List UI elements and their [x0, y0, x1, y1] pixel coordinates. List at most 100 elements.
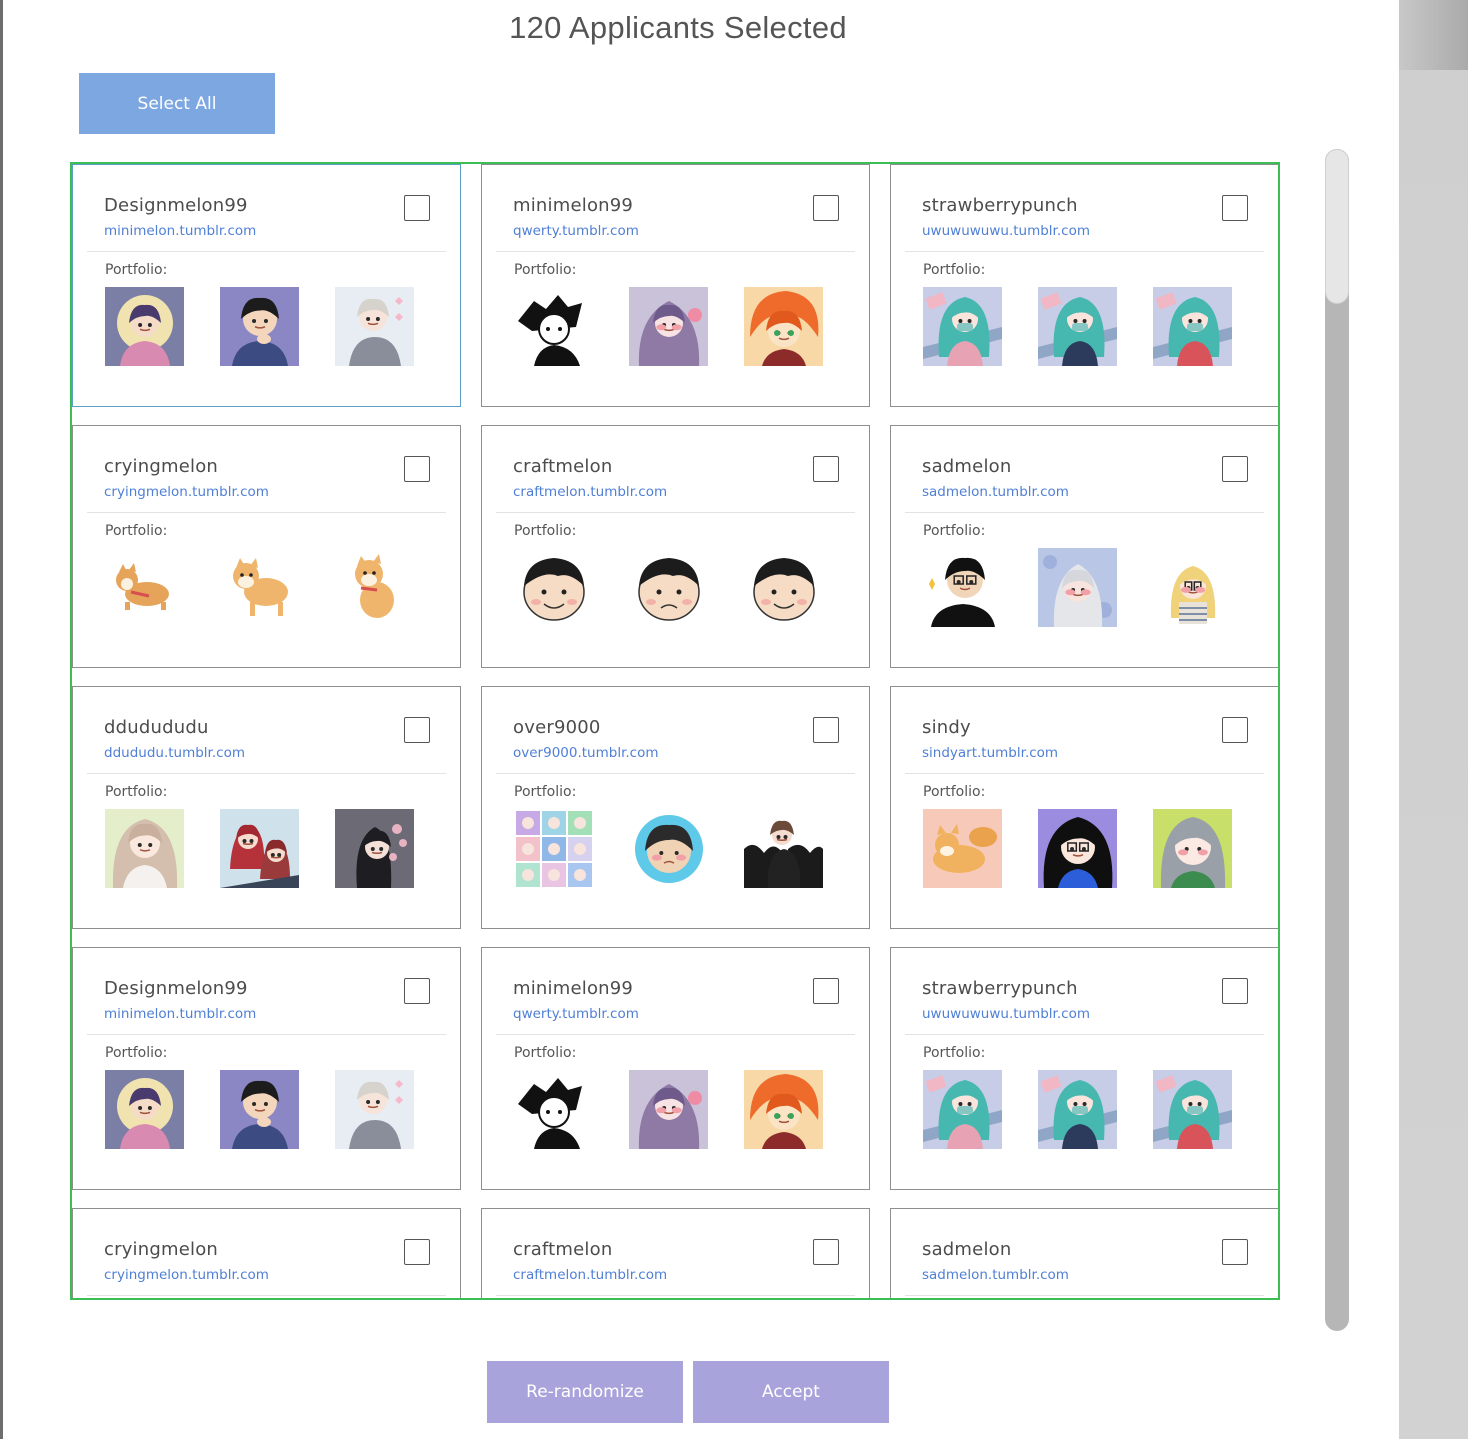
- applicant-url-link[interactable]: minimelon.tumblr.com: [104, 223, 256, 239]
- applicant-username: strawberrypunch: [922, 978, 1078, 999]
- applicant-card[interactable]: craftmelon craftmelon.tumblr.com Portfolio…: [481, 425, 870, 668]
- applicant-card[interactable]: cryingmeloncryingmelon.tumblr.comPortfol…: [72, 1208, 461, 1298]
- applicant-select-checkbox[interactable]: [813, 456, 839, 482]
- applicant-username: sindy: [922, 717, 971, 738]
- portfolio-thumbnail-teal-hair-girl-pink[interactable]: [923, 1070, 1002, 1149]
- applicant-url-link[interactable]: cryingmelon.tumblr.com: [104, 484, 269, 500]
- portfolio-thumbnail-shiba-running[interactable]: [105, 548, 184, 627]
- applicant-select-checkbox[interactable]: [813, 717, 839, 743]
- applicant-card[interactable]: minimelon99 qwerty.tumblr.com Portfolio:: [481, 947, 870, 1190]
- portfolio-thumbnail-shiba-sitting[interactable]: [335, 548, 414, 627]
- applicant-url-link[interactable]: sadmelon.tumblr.com: [922, 1267, 1069, 1283]
- scrollbar-thumb[interactable]: [1325, 149, 1349, 304]
- applicant-card[interactable]: Designmelon99 minimelon.tumblr.com Portfol…: [72, 164, 461, 407]
- select-all-button[interactable]: Select All: [79, 73, 275, 134]
- applicant-select-checkbox[interactable]: [813, 1239, 839, 1265]
- applicant-select-checkbox[interactable]: [1222, 1239, 1248, 1265]
- portfolio-thumbnail-glasses-man-sparkle[interactable]: [923, 548, 1002, 627]
- portfolio-thumbnail-shiba-standing[interactable]: [220, 548, 299, 627]
- portfolio-thumbnail-bw-ink-boy[interactable]: [514, 287, 593, 366]
- applicant-select-checkbox[interactable]: [813, 195, 839, 221]
- portfolio-thumbnail-silver-hair-girl[interactable]: [1038, 548, 1117, 627]
- applicant-card[interactable]: strawberrypunch uwuwuwuwu.tumblr.com Portf…: [890, 947, 1278, 1190]
- applicant-select-checkbox[interactable]: [404, 456, 430, 482]
- portfolio-thumbnail-bw-ink-boy[interactable]: [514, 1070, 593, 1149]
- portfolio-thumbnail-orange-hair-boy[interactable]: [744, 1070, 823, 1149]
- portfolio-thumbnail-boy-thinking[interactable]: [220, 287, 299, 366]
- portfolio-thumbnail-boy-face-smile[interactable]: [514, 548, 593, 627]
- applicant-select-checkbox[interactable]: [1222, 456, 1248, 482]
- portfolio-label: Portfolio:: [105, 262, 168, 278]
- portfolio-thumbnail-round-face-avatar[interactable]: [629, 809, 708, 888]
- applicant-url-link[interactable]: craftmelon.tumblr.com: [513, 484, 667, 500]
- portfolio-thumbnail-orange-hair-boy[interactable]: [744, 287, 823, 366]
- portfolio-thumbnail-white-hair-girl[interactable]: [335, 1070, 414, 1149]
- portfolio-thumbnail-character-grid[interactable]: [514, 809, 593, 888]
- applicant-card[interactable]: strawberrypunch uwuwuwuwu.tumblr.com Portf…: [890, 164, 1278, 407]
- portfolio-label: Portfolio:: [105, 784, 168, 800]
- accept-button[interactable]: Accept: [693, 1361, 889, 1423]
- portfolio-thumbnail-boy-thinking[interactable]: [220, 1070, 299, 1149]
- applicant-url-link[interactable]: qwerty.tumblr.com: [513, 223, 639, 239]
- portfolio-thumbnail-boy-face-sad[interactable]: [629, 548, 708, 627]
- applicant-url-link[interactable]: sadmelon.tumblr.com: [922, 484, 1069, 500]
- applicant-card[interactable]: craftmeloncraftmelon.tumblr.comPortfolio…: [481, 1208, 870, 1298]
- portfolio-thumbnail-teal-hair-girl-red[interactable]: [1153, 287, 1232, 366]
- portfolio-thumbnail-blonde-glasses-girl[interactable]: [1153, 548, 1232, 627]
- applicant-url-link[interactable]: uwuwuwuwu.tumblr.com: [922, 1006, 1090, 1022]
- applicant-url-link[interactable]: ddududu.tumblr.com: [104, 745, 245, 761]
- applicant-url-link[interactable]: uwuwuwuwu.tumblr.com: [922, 223, 1090, 239]
- portfolio-label: Portfolio:: [923, 1045, 986, 1061]
- portfolio-thumbnail-red-hair-duo[interactable]: [220, 809, 299, 888]
- portfolio-label: Portfolio:: [923, 523, 986, 539]
- portfolio-thumbnail-corgi-pile[interactable]: [923, 809, 1002, 888]
- applicant-card[interactable]: sadmelonsadmelon.tumblr.comPortfolio:: [890, 425, 1278, 668]
- applicant-select-checkbox[interactable]: [1222, 717, 1248, 743]
- portfolio-thumbnail-boy-face-calm[interactable]: [744, 548, 823, 627]
- applicant-card[interactable]: sindy sindyart.tumblr.com Portfolio:: [890, 686, 1278, 929]
- portfolio-thumbnail-long-hair-girl[interactable]: [105, 809, 184, 888]
- portfolio-label: Portfolio:: [923, 784, 986, 800]
- applicant-select-checkbox[interactable]: [404, 717, 430, 743]
- portfolio-thumbnail-flower-girl[interactable]: [335, 809, 414, 888]
- portfolio-thumbnail-purple-hair-girl[interactable]: [629, 1070, 708, 1149]
- applicant-card[interactable]: ddudududu ddududu.tumblr.com Portfolio:: [72, 686, 461, 929]
- portfolio-thumbnail-teal-hair-girl-navy[interactable]: [1038, 287, 1117, 366]
- card-divider: [905, 1034, 1264, 1035]
- portfolio-thumbnail-teal-hair-girl-pink[interactable]: [923, 287, 1002, 366]
- applicant-select-checkbox[interactable]: [404, 1239, 430, 1265]
- applicant-select-checkbox[interactable]: [404, 195, 430, 221]
- scrollbar-track[interactable]: [1325, 149, 1349, 1331]
- applicant-card[interactable]: sadmelonsadmelon.tumblr.comPortfolio:: [890, 1208, 1278, 1298]
- applicant-username: craftmelon: [513, 1239, 613, 1260]
- applicant-select-checkbox[interactable]: [404, 978, 430, 1004]
- card-divider: [496, 773, 855, 774]
- applicant-url-link[interactable]: craftmelon.tumblr.com: [513, 1267, 667, 1283]
- applicant-select-checkbox[interactable]: [1222, 195, 1248, 221]
- applicant-url-link[interactable]: qwerty.tumblr.com: [513, 1006, 639, 1022]
- card-divider: [496, 1295, 855, 1296]
- portfolio-thumbnail-purple-hair-girl[interactable]: [629, 287, 708, 366]
- applicant-card[interactable]: over9000 over9000.tumblr.com Portfolio:: [481, 686, 870, 929]
- applicant-select-checkbox[interactable]: [813, 978, 839, 1004]
- applicant-select-checkbox[interactable]: [1222, 978, 1248, 1004]
- applicant-card[interactable]: Designmelon99 minimelon.tumblr.com Portfol…: [72, 947, 461, 1190]
- applicant-url-link[interactable]: over9000.tumblr.com: [513, 745, 659, 761]
- portfolio-label: Portfolio:: [514, 523, 577, 539]
- applicant-url-link[interactable]: minimelon.tumblr.com: [104, 1006, 256, 1022]
- rerandomize-button[interactable]: Re-randomize: [487, 1361, 683, 1423]
- portfolio-thumbnail-teal-hair-girl-navy[interactable]: [1038, 1070, 1117, 1149]
- portfolio-thumbnail-white-hair-girl[interactable]: [335, 287, 414, 366]
- portfolio-thumbnail-black-hair-glasses[interactable]: [1038, 809, 1117, 888]
- portfolio-thumbnail-purple-girl-moon[interactable]: [105, 1070, 184, 1149]
- portfolio-thumbnail-teal-hair-girl-red[interactable]: [1153, 1070, 1232, 1149]
- portfolio-thumbnail-grey-hair-blush[interactable]: [1153, 809, 1232, 888]
- applicant-card[interactable]: minimelon99 qwerty.tumblr.com Portfolio:: [481, 164, 870, 407]
- applicant-username: craftmelon: [513, 456, 613, 477]
- applicant-card[interactable]: cryingmeloncryingmelon.tumblr.comPortfol…: [72, 425, 461, 668]
- applicant-url-link[interactable]: cryingmelon.tumblr.com: [104, 1267, 269, 1283]
- portfolio-thumbnail-black-dress-girl[interactable]: [744, 809, 823, 888]
- portfolio-label: Portfolio:: [514, 1045, 577, 1061]
- portfolio-thumbnail-purple-girl-moon[interactable]: [105, 287, 184, 366]
- applicant-url-link[interactable]: sindyart.tumblr.com: [922, 745, 1058, 761]
